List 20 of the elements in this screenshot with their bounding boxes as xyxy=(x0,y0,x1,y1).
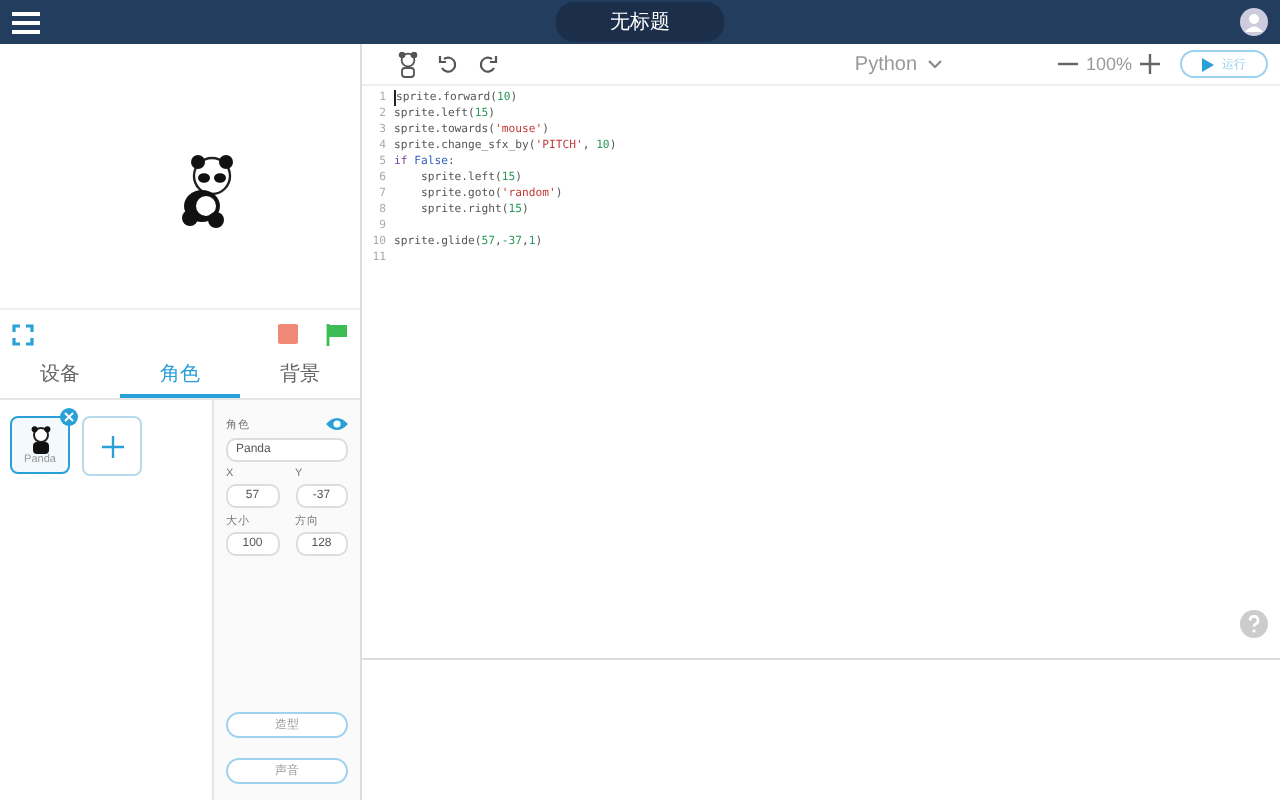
redo-icon[interactable] xyxy=(478,54,498,74)
plus-icon xyxy=(101,435,123,457)
play-icon xyxy=(1202,57,1215,71)
menu-icon[interactable] xyxy=(12,11,40,33)
tab[interactable]: 设备 xyxy=(0,358,120,398)
avatar-icon[interactable] xyxy=(1240,8,1268,36)
zoom-level: 100% xyxy=(1085,54,1133,74)
add-sprite-button[interactable] xyxy=(82,416,142,476)
project-title[interactable]: 无标题 xyxy=(556,2,724,42)
eye-icon[interactable] xyxy=(326,416,348,432)
help-icon[interactable] xyxy=(1240,610,1268,638)
delete-icon[interactable] xyxy=(60,408,78,426)
panda-icon[interactable] xyxy=(398,51,418,77)
undo-icon[interactable] xyxy=(438,54,458,74)
fullscreen-icon[interactable] xyxy=(12,323,34,345)
flag-icon[interactable] xyxy=(326,323,348,345)
zoom-in-icon[interactable] xyxy=(1140,54,1161,74)
panda-icon xyxy=(29,425,51,453)
tab[interactable]: 背景 xyxy=(240,358,360,398)
caret-icon xyxy=(927,59,942,69)
